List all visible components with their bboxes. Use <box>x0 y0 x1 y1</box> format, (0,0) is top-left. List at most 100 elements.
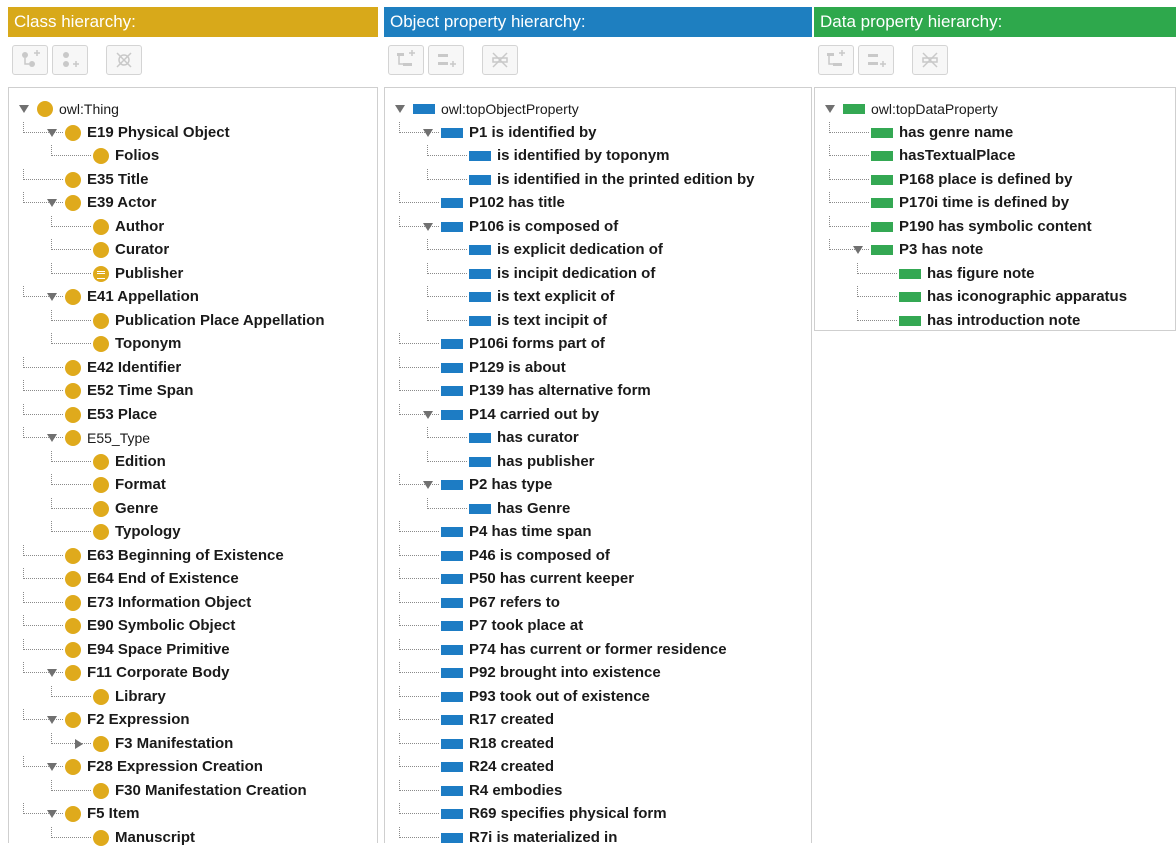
tree-node[interactable]: R24 created <box>385 756 811 778</box>
tree-node[interactable]: P93 took out of existence <box>385 685 811 708</box>
tree-node[interactable]: F11 Corporate Body <box>9 662 377 684</box>
add-subclass-button[interactable] <box>12 45 48 75</box>
delete-object-property-button[interactable] <box>482 45 518 75</box>
tree-node[interactable]: has Genre <box>385 497 811 520</box>
tree-node[interactable]: is identified in the printed edition by <box>385 168 811 191</box>
tree-node[interactable]: F28 Expression Creation <box>9 756 377 778</box>
tree-node[interactable]: P46 is composed of <box>385 544 811 567</box>
collapse-arrow-icon[interactable] <box>423 128 433 137</box>
tree-node[interactable]: P74 has current or former residence <box>385 638 811 661</box>
tree-node[interactable]: E63 Beginning of Existence <box>9 544 377 567</box>
tree-node[interactable]: P106i forms part of <box>385 333 811 355</box>
tree-node[interactable]: P168 place is defined by <box>815 168 1175 191</box>
tree-node[interactable]: P7 took place at <box>385 615 811 637</box>
tree-node[interactable]: E52 Time Span <box>9 380 377 402</box>
collapse-arrow-icon[interactable] <box>423 481 433 489</box>
tree-node[interactable]: F5 Item <box>9 803 377 825</box>
collapse-arrow-icon[interactable] <box>19 105 29 113</box>
tree-node[interactable]: Curator <box>9 239 377 261</box>
tree-node[interactable]: E64 End of Existence <box>9 568 377 590</box>
collapse-arrow-icon[interactable] <box>423 222 433 231</box>
add-sub-data-property-button[interactable] <box>818 45 854 75</box>
add-sibling-object-property-button[interactable] <box>428 45 464 75</box>
tree-node[interactable]: R17 created <box>385 709 811 731</box>
tree-node[interactable]: owl:topDataProperty <box>815 98 1175 120</box>
collapse-arrow-icon[interactable] <box>853 246 863 254</box>
add-sub-object-property-button[interactable] <box>388 45 424 75</box>
expand-arrow-icon[interactable] <box>75 738 83 749</box>
tree-node[interactable]: Publisher <box>9 262 377 285</box>
tree-node[interactable]: P170i time is defined by <box>815 192 1175 214</box>
tree-node[interactable]: E73 Information Object <box>9 591 377 614</box>
tree-node[interactable]: R4 embodies <box>385 779 811 802</box>
tree-node[interactable]: hasTextualPlace <box>815 145 1175 167</box>
collapse-arrow-icon[interactable] <box>47 716 57 724</box>
tree-node[interactable]: P129 is about <box>385 356 811 379</box>
tree-node[interactable]: E39 Actor <box>9 192 377 214</box>
collapse-arrow-icon[interactable] <box>47 434 57 442</box>
tree-node[interactable]: P3 has note <box>815 239 1175 261</box>
tree-node[interactable]: E42 Identifier <box>9 356 377 379</box>
tree-node[interactable]: has iconographic apparatus <box>815 286 1175 308</box>
tree-node[interactable]: R18 created <box>385 732 811 755</box>
tree-node[interactable]: E41 Appellation <box>9 286 377 308</box>
tree-node[interactable]: E35 Title <box>9 168 377 191</box>
collapse-arrow-icon[interactable] <box>47 763 57 771</box>
tree-node[interactable]: P190 has symbolic content <box>815 215 1175 238</box>
tree-node[interactable]: P139 has alternative form <box>385 380 811 402</box>
tree-node[interactable]: owl:topObjectProperty <box>385 98 811 120</box>
tree-node[interactable]: P14 carried out by <box>385 403 811 426</box>
tree-node[interactable]: R69 specifies physical form <box>385 803 811 825</box>
tree-node[interactable]: Genre <box>9 497 377 520</box>
tree-node[interactable]: has introduction note <box>815 309 1175 332</box>
tree-node[interactable]: Library <box>9 685 377 708</box>
collapse-arrow-icon[interactable] <box>47 199 57 207</box>
tree-node[interactable]: has publisher <box>385 450 811 473</box>
tree-node[interactable]: has figure note <box>815 262 1175 285</box>
tree-node[interactable]: F3 Manifestation <box>9 732 377 755</box>
collapse-arrow-icon[interactable] <box>395 105 405 113</box>
add-sibling-data-property-button[interactable] <box>858 45 894 75</box>
tree-node[interactable]: F30 Manifestation Creation <box>9 779 377 802</box>
tree-node[interactable]: E90 Symbolic Object <box>9 615 377 637</box>
collapse-arrow-icon[interactable] <box>825 105 835 113</box>
tree-node[interactable]: P2 has type <box>385 474 811 496</box>
collapse-arrow-icon[interactable] <box>47 669 57 677</box>
tree-node[interactable]: Typology <box>9 521 377 543</box>
tree-node[interactable]: F2 Expression <box>9 709 377 731</box>
tree-node[interactable]: E53 Place <box>9 403 377 426</box>
tree-node[interactable]: E94 Space Primitive <box>9 638 377 661</box>
tree-node[interactable]: is explicit dedication of <box>385 239 811 261</box>
tree-node[interactable]: has genre name <box>815 121 1175 144</box>
collapse-arrow-icon[interactable] <box>47 293 57 301</box>
collapse-arrow-icon[interactable] <box>47 128 57 137</box>
add-sibling-class-button[interactable] <box>52 45 88 75</box>
tree-node[interactable]: P106 is composed of <box>385 215 811 238</box>
tree-node[interactable]: is text explicit of <box>385 286 811 308</box>
tree-node[interactable]: is identified by toponym <box>385 145 811 167</box>
tree-node[interactable]: Folios <box>9 145 377 167</box>
collapse-arrow-icon[interactable] <box>423 410 433 419</box>
tree-node[interactable]: P1 is identified by <box>385 121 811 144</box>
tree-node[interactable]: E55_Type <box>9 427 377 449</box>
tree-node[interactable]: Edition <box>9 450 377 473</box>
tree-node[interactable]: P50 has current keeper <box>385 568 811 590</box>
delete-data-property-button[interactable] <box>912 45 948 75</box>
tree-node[interactable]: is text incipit of <box>385 309 811 332</box>
tree-node[interactable]: E19 Physical Object <box>9 121 377 144</box>
tree-node[interactable]: owl:Thing <box>9 98 377 120</box>
tree-node[interactable]: P102 has title <box>385 192 811 214</box>
collapse-arrow-icon[interactable] <box>47 810 57 818</box>
tree-node[interactable]: Toponym <box>9 333 377 355</box>
tree-node[interactable]: has curator <box>385 427 811 449</box>
tree-node[interactable]: P67 refers to <box>385 591 811 614</box>
tree-node[interactable]: R7i is materialized in <box>385 826 811 849</box>
tree-node[interactable]: Format <box>9 474 377 496</box>
tree-node[interactable]: P92 brought into existence <box>385 662 811 684</box>
tree-node[interactable]: Author <box>9 215 377 238</box>
tree-node[interactable]: is incipit dedication of <box>385 262 811 285</box>
tree-node[interactable]: Publication Place Appellation <box>9 309 377 332</box>
tree-node[interactable]: Manuscript <box>9 826 377 849</box>
delete-class-button[interactable] <box>106 45 142 75</box>
tree-node[interactable]: P4 has time span <box>385 521 811 543</box>
